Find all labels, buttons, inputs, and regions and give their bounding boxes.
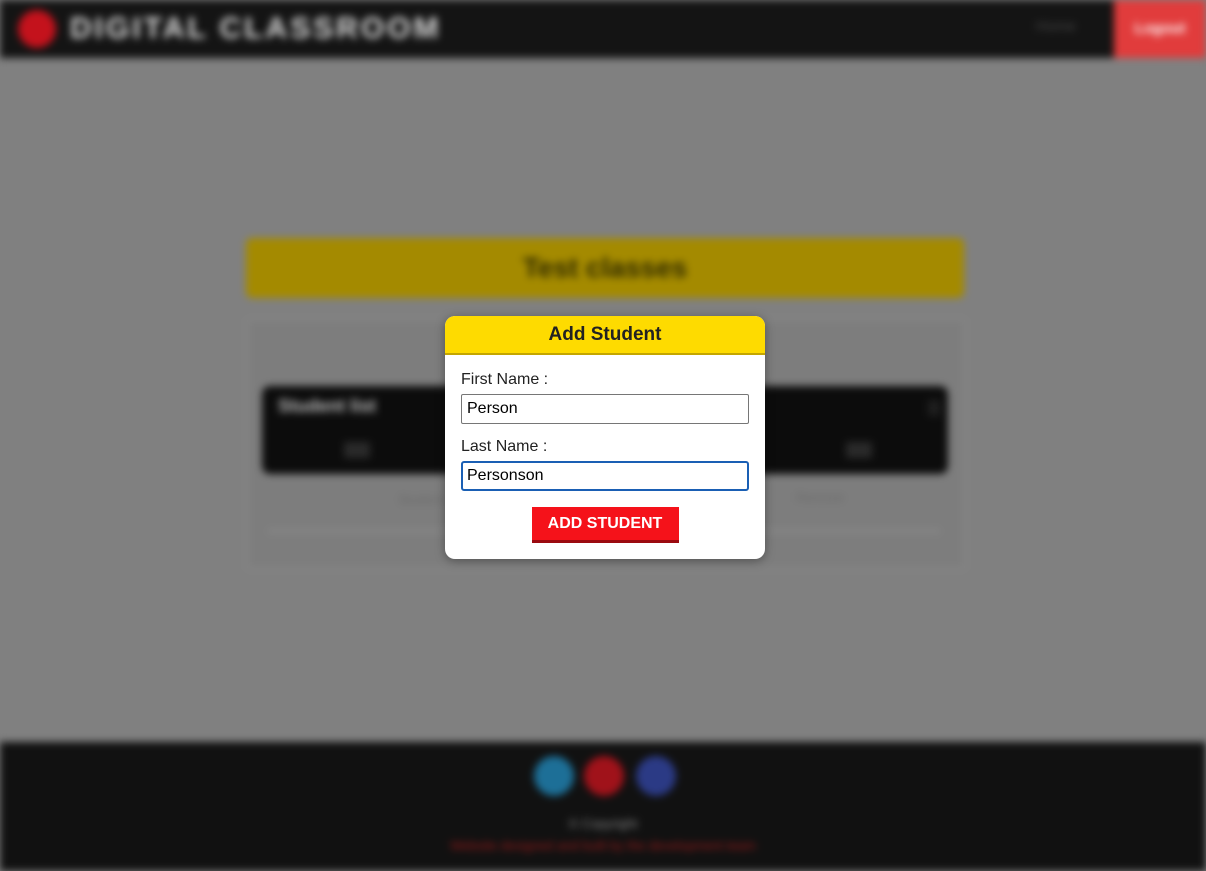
brand-logo-icon[interactable] — [18, 10, 56, 48]
twitter-icon[interactable] — [534, 756, 574, 796]
footer-copyright: © Copyright — [568, 816, 638, 831]
brand-name[interactable]: DIGITAL CLASSROOM — [70, 12, 442, 46]
first-name-input[interactable] — [461, 394, 749, 424]
top-navbar: DIGITAL CLASSROOM Home Logout — [0, 0, 1206, 58]
dialog-title: Add Student — [548, 324, 662, 345]
last-name-input[interactable] — [461, 461, 749, 491]
facebook-icon[interactable] — [636, 756, 676, 796]
logout-button[interactable]: Logout — [1114, 0, 1206, 58]
roster-menu-icon[interactable] — [928, 400, 940, 416]
dialog-body: First Name : Last Name : ADD STUDENT — [445, 355, 765, 543]
roster-column-marker — [846, 442, 872, 458]
footer: © Copyright Website designed and built b… — [0, 742, 1206, 871]
add-student-button[interactable]: ADD STUDENT — [531, 507, 679, 543]
roster-column-marker — [344, 442, 370, 458]
first-name-label: First Name : — [461, 371, 549, 388]
roster-heading: Student list — [278, 396, 376, 416]
youtube-icon[interactable] — [584, 756, 624, 796]
footer-credit-link[interactable]: Website designed and built by the develo… — [0, 838, 1206, 853]
submit-row: ADD STUDENT — [461, 505, 749, 543]
last-name-label: Last Name : — [461, 438, 548, 455]
remove-student-button[interactable]: Remove — [796, 490, 844, 505]
nav-link-home[interactable]: Home — [1036, 18, 1076, 35]
add-student-dialog: Add Student First Name : Last Name : ADD… — [445, 316, 765, 559]
dialog-header: Add Student — [445, 316, 765, 355]
class-title-banner: Test classes — [246, 238, 964, 298]
app-root: DIGITAL CLASSROOM Home Logout Test class… — [0, 0, 1206, 871]
